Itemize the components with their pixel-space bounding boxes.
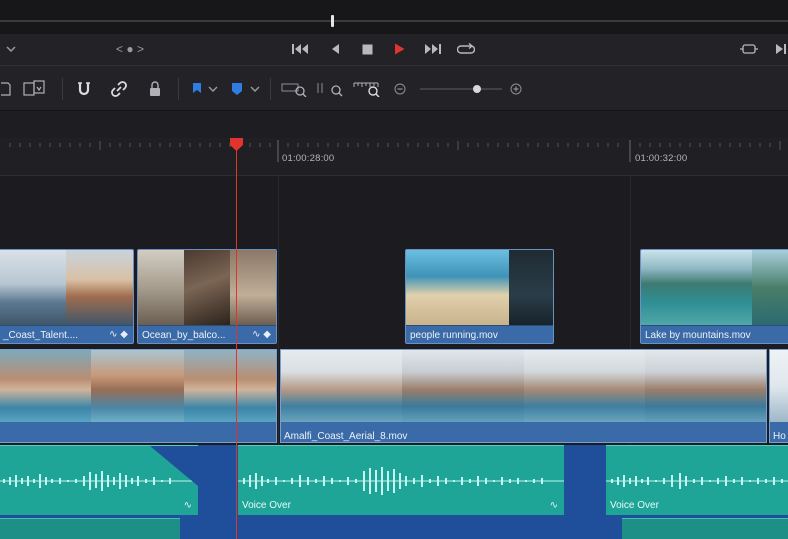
clip-thumbnails (641, 250, 788, 325)
audio-waveform (606, 473, 788, 489)
zoom-custom-icon[interactable] (352, 78, 382, 100)
toolbar-divider (62, 78, 63, 100)
clip-thumbnail (770, 350, 788, 422)
clip-thumbnails (281, 350, 766, 422)
flag-icon[interactable] (190, 78, 204, 100)
toolbar-spacer (0, 111, 788, 138)
skip-to-start-icon[interactable] (290, 40, 310, 58)
audio-clip[interactable] (0, 518, 180, 539)
toolbar-divider (178, 78, 179, 100)
clip-name: Ocean_by_balco... (142, 330, 226, 341)
play-icon[interactable] (391, 40, 407, 58)
audio-fade-ramp (150, 446, 198, 486)
stop-icon[interactable] (359, 40, 375, 58)
playhead-handle[interactable] (229, 138, 244, 152)
overwrite-clip-icon[interactable] (22, 78, 48, 100)
video-clip[interactable]: _Coast_Talent.... ∿ ◆ (0, 249, 134, 344)
clip-thumbnails (406, 250, 553, 325)
chevron-down-icon[interactable] (206, 78, 220, 100)
ruler-timecode: 01:00:28:00 (282, 153, 335, 164)
clip-thumbnail (91, 350, 184, 422)
clip-name: people running.mov (410, 330, 498, 341)
clip-thumbnail (644, 350, 766, 422)
audio-fade-icon: ∿ (183, 500, 192, 511)
viewer-scrub-strip[interactable] (0, 0, 788, 34)
audio-clip[interactable]: Voice Over ∿ (238, 445, 564, 515)
clip-thumbnail (523, 350, 645, 422)
clip-name: Amalfi_Coast_Aerial_8.mov (284, 431, 408, 442)
clip-thumbnail (752, 250, 788, 325)
zoom-in-icon[interactable] (509, 78, 523, 100)
zoom-detail-icon[interactable] (316, 78, 344, 100)
audio-fade-icon: ∿ (549, 500, 558, 511)
chevron-down-icon[interactable] (2, 40, 20, 58)
clip-thumbnail (406, 250, 509, 325)
video-clip[interactable]: people running.mov (405, 249, 554, 344)
lock-icon[interactable] (146, 78, 164, 100)
marker-icon[interactable] (230, 78, 244, 100)
clip-thumbnails (770, 350, 788, 422)
playhead-line[interactable] (236, 144, 237, 539)
clip-thumbnail (183, 350, 276, 422)
clip-name: Voice Over (610, 500, 659, 511)
clip-thumbnail (508, 250, 553, 325)
next-edit-icon[interactable] (774, 40, 788, 58)
snapping-magnet-icon[interactable] (74, 78, 94, 100)
ruler-timecode: 01:00:32:00 (635, 153, 688, 164)
video-clip[interactable]: Ocean_by_balco... ∿ ◆ (137, 249, 277, 344)
toolbar-divider (270, 78, 271, 100)
clip-name: _Coast_Talent.... (3, 330, 79, 341)
clip-thumbnail (0, 250, 66, 325)
audio-waveform (238, 467, 564, 495)
zoom-full-icon[interactable] (280, 78, 308, 100)
clip-thumbnail (402, 350, 524, 422)
clip-name: Voice Over (242, 500, 291, 511)
clip-thumbnail (0, 350, 92, 422)
clip-thumbnails (0, 250, 133, 325)
clip-thumbnail (66, 250, 133, 325)
clip-thumbnail (281, 350, 403, 422)
viewer-scrub-handle[interactable] (331, 15, 334, 27)
reverse-play-icon[interactable] (327, 40, 343, 58)
zoom-out-icon[interactable] (393, 78, 407, 100)
clip-thumbnail (641, 250, 752, 325)
clip-thumbnail (184, 250, 230, 325)
audio-clip[interactable] (622, 518, 788, 539)
timeline-gridline (278, 176, 279, 446)
clip-thumbnail (138, 250, 184, 325)
jog-indicator[interactable]: < ● > (108, 40, 152, 58)
chevron-down-icon[interactable] (248, 78, 262, 100)
video-clip[interactable]: Lake by mountains.mov (640, 249, 788, 344)
audio-clip[interactable]: Voice Over (606, 445, 788, 515)
viewer-scrub-bar[interactable] (0, 20, 788, 22)
match-frame-icon[interactable] (738, 40, 760, 58)
clip-thumbnails (0, 350, 276, 422)
clip-thumbnails (138, 250, 276, 325)
clip-fx-icon: ∿ ◆ (109, 329, 128, 340)
loop-icon[interactable] (456, 40, 476, 58)
zoom-slider[interactable] (420, 78, 502, 100)
linked-selection-icon[interactable] (108, 78, 130, 100)
clip-fx-icon: ∿ ◆ (252, 329, 271, 340)
skip-to-end-icon[interactable] (423, 40, 443, 58)
video-clip[interactable]: Amalfi_Coast_Aerial_8.mov (280, 349, 767, 443)
video-clip[interactable]: Ho (769, 349, 788, 443)
audio-clip[interactable]: ∿ (0, 445, 198, 515)
clip-name: Lake by mountains.mov (645, 330, 751, 341)
insert-clip-icon[interactable] (0, 78, 12, 100)
clip-name: Ho (773, 431, 786, 442)
